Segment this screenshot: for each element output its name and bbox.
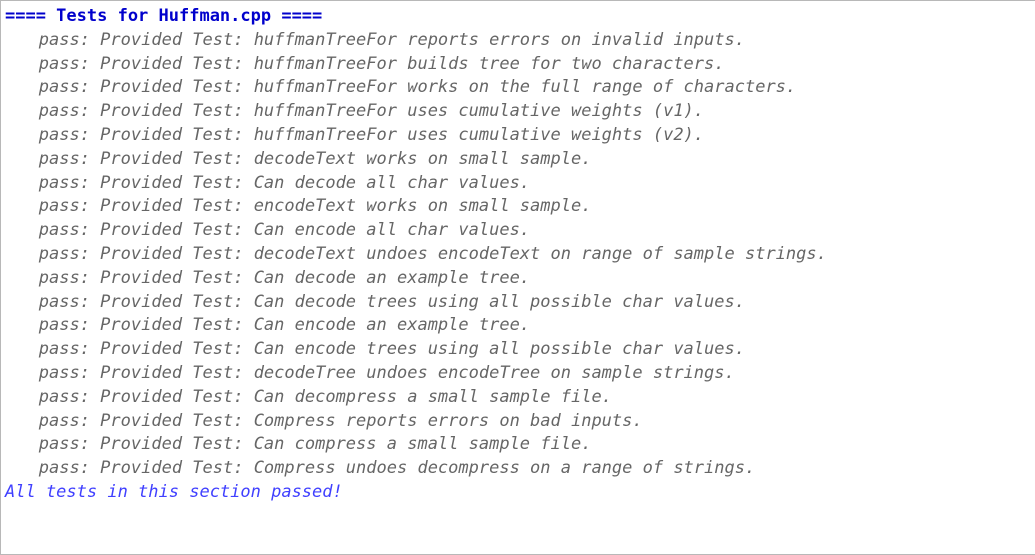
test-section-header: ==== Tests for Huffman.cpp ====: [5, 5, 1031, 29]
test-result-line: pass: Provided Test: encodeText works on…: [5, 195, 1031, 219]
test-result-line: pass: Provided Test: decodeTree undoes e…: [5, 362, 1031, 386]
test-result-line: pass: Provided Test: huffmanTreeFor uses…: [5, 124, 1031, 148]
test-result-line: pass: Provided Test: Can decode trees us…: [5, 291, 1031, 315]
test-result-line: pass: Provided Test: huffmanTreeFor buil…: [5, 53, 1031, 77]
test-result-line: pass: Provided Test: Can decode an examp…: [5, 267, 1031, 291]
test-result-line: pass: Provided Test: huffmanTreeFor uses…: [5, 100, 1031, 124]
test-result-line: pass: Provided Test: huffmanTreeFor repo…: [5, 29, 1031, 53]
test-result-line: pass: Provided Test: Can encode trees us…: [5, 338, 1031, 362]
test-result-line: pass: Provided Test: Can decode all char…: [5, 172, 1031, 196]
test-lines-container: pass: Provided Test: huffmanTreeFor repo…: [5, 29, 1031, 481]
test-result-line: pass: Provided Test: Can encode an examp…: [5, 314, 1031, 338]
test-result-line: pass: Provided Test: decodeText works on…: [5, 148, 1031, 172]
test-result-line: pass: Provided Test: Can encode all char…: [5, 219, 1031, 243]
test-result-line: pass: Provided Test: Can compress a smal…: [5, 433, 1031, 457]
test-result-line: pass: Provided Test: huffmanTreeFor work…: [5, 76, 1031, 100]
console-output: ==== Tests for Huffman.cpp ==== pass: Pr…: [0, 0, 1035, 555]
test-result-line: pass: Provided Test: decodeText undoes e…: [5, 243, 1031, 267]
test-result-line: pass: Provided Test: Can decompress a sm…: [5, 386, 1031, 410]
section-summary: All tests in this section passed!: [5, 481, 1031, 505]
test-result-line: pass: Provided Test: Compress reports er…: [5, 410, 1031, 434]
test-result-line: pass: Provided Test: Compress undoes dec…: [5, 457, 1031, 481]
